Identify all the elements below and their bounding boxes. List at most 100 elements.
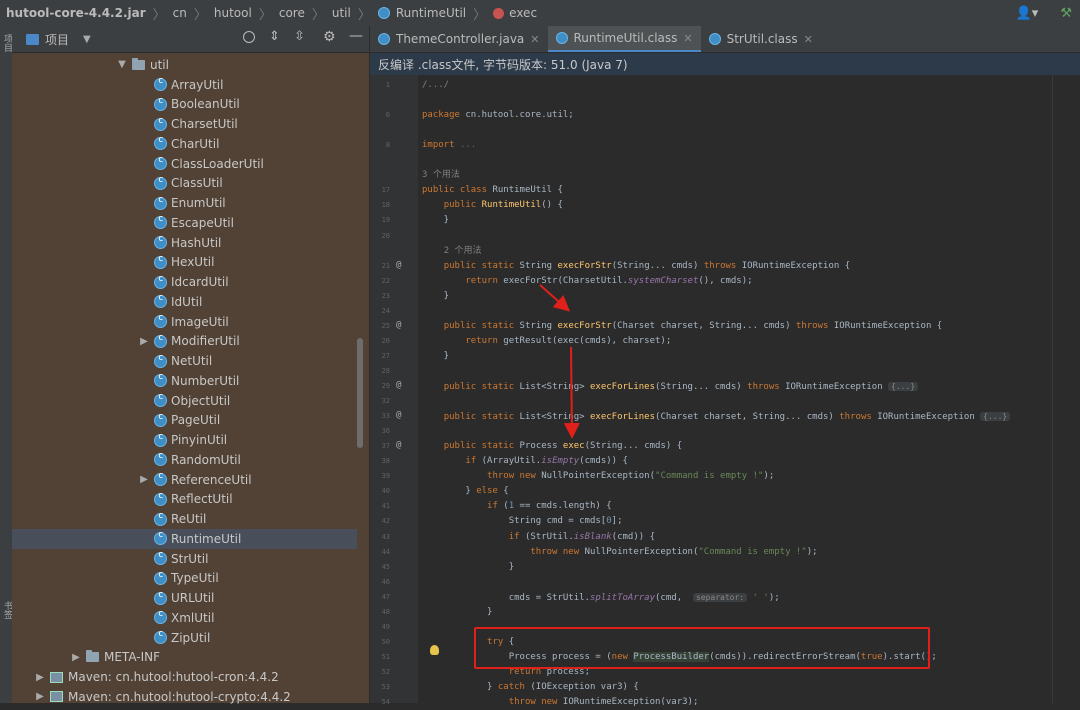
class-icon: [154, 491, 167, 506]
user-icon[interactable]: 👤▾: [1016, 6, 1039, 21]
tab-label: StrUtil.class: [726, 32, 798, 46]
tree-class-item[interactable]: URLUtil: [12, 588, 357, 608]
tree-item-label: XmlUtil: [171, 610, 215, 625]
breadcrumb-separator: 〉: [152, 7, 166, 23]
tree-class-item[interactable]: PageUtil: [12, 411, 357, 431]
tree-item-label: StrUtil: [171, 551, 209, 566]
tree-class-item[interactable]: BooleanUtil: [12, 95, 357, 115]
gear-icon[interactable]: ⚙: [323, 29, 336, 45]
chevron-right-icon[interactable]: ▶: [138, 474, 150, 485]
tree-folder-item[interactable]: ▼ util: [12, 55, 357, 75]
tree-item-label: EscapeUtil: [171, 215, 234, 230]
chevron-down-icon[interactable]: ▼: [83, 34, 91, 45]
chevron-right-icon[interactable]: ▶: [34, 672, 46, 683]
build-hammer-icon[interactable]: ⚒: [1060, 6, 1072, 21]
tree-item-label: IdcardUtil: [171, 275, 229, 290]
project-panel-title[interactable]: 项目: [45, 31, 69, 48]
tree-class-item[interactable]: IdcardUtil: [12, 272, 357, 292]
hide-panel-icon[interactable]: —: [349, 28, 363, 44]
tree-class-item[interactable]: ArrayUtil: [12, 75, 357, 95]
close-icon[interactable]: ✕: [683, 32, 692, 45]
close-icon[interactable]: ✕: [530, 33, 539, 46]
folder-icon: [26, 33, 39, 45]
tree-item-label: RuntimeUtil: [171, 531, 242, 546]
editor-tabs: ThemeController.java ✕ RuntimeUtil.class ✕ S…: [370, 26, 1080, 53]
breadcrumb-item[interactable]: RuntimeUtil: [374, 0, 470, 26]
project-scrollbar[interactable]: [357, 338, 363, 448]
tree-class-item[interactable]: XmlUtil: [12, 608, 357, 628]
tree-class-item[interactable]: ReflectUtil: [12, 490, 357, 510]
tree-class-item[interactable]: ClassUtil: [12, 174, 357, 194]
tree-class-item[interactable]: PinyinUtil: [12, 430, 357, 450]
class-icon: [154, 214, 167, 230]
tree-class-item[interactable]: IdUtil: [12, 292, 357, 312]
class-icon: [154, 96, 167, 111]
editor-tab[interactable]: ThemeController.java ✕: [370, 26, 548, 52]
class-icon: [154, 155, 167, 171]
tree-maven-item[interactable]: ▶ Maven: cn.hutool:hutool-cron:4.4.2: [12, 667, 357, 687]
chevron-right-icon[interactable]: ▶: [34, 691, 46, 702]
chevron-right-icon[interactable]: ▶: [70, 652, 82, 663]
tree-class-item[interactable]: TypeUtil: [12, 569, 357, 589]
tree-item-label: EnumUtil: [171, 196, 226, 211]
tree-folder-item[interactable]: ▶ META-INF: [12, 648, 357, 668]
chevron-down-icon[interactable]: ▼: [116, 59, 128, 70]
breadcrumb-item[interactable]: hutool-core-4.4.2.jar: [0, 0, 150, 26]
tree-class-item[interactable]: HexUtil: [12, 253, 357, 273]
class-icon: [154, 333, 167, 348]
class-icon: [154, 76, 167, 92]
breadcrumb-item[interactable]: core: [275, 0, 309, 26]
library-icon: [50, 671, 63, 683]
tree-item-label: BooleanUtil: [171, 97, 240, 112]
tree-class-item[interactable]: EscapeUtil: [12, 213, 357, 233]
tree-class-item[interactable]: EnumUtil: [12, 193, 357, 213]
tree-class-item[interactable]: ReUtil: [12, 509, 357, 529]
tree-class-item[interactable]: ▶ ReferenceUtil: [12, 470, 357, 490]
class-icon: [154, 116, 167, 131]
class-icon: [154, 511, 167, 526]
editor-tab[interactable]: RuntimeUtil.class ✕: [547, 26, 701, 52]
method-icon: [493, 7, 505, 19]
tree-class-item[interactable]: ZipUtil: [12, 628, 357, 648]
tree-item-label: META-INF: [104, 650, 161, 665]
tree-item-label: ReflectUtil: [171, 492, 233, 507]
tree-maven-item[interactable]: ▶ Maven: cn.hutool:hutool-crypto:4.4.2: [12, 687, 357, 707]
tree-class-item[interactable]: CharUtil: [12, 134, 357, 154]
breadcrumb-separator: 〉: [357, 7, 371, 23]
breadcrumb-item[interactable]: hutool: [210, 0, 256, 26]
tree-class-item[interactable]: RuntimeUtil: [12, 529, 357, 549]
locate-icon[interactable]: [243, 31, 255, 43]
tree-class-item[interactable]: NetUtil: [12, 351, 357, 371]
tree-class-item[interactable]: StrUtil: [12, 549, 357, 569]
tree-item-label: ClassLoaderUtil: [171, 156, 264, 171]
arrow-1: [539, 284, 570, 312]
tree-class-item[interactable]: CharsetUtil: [12, 114, 357, 134]
editor-tab[interactable]: StrUtil.class ✕: [701, 26, 821, 52]
tree-item-label: NumberUtil: [171, 373, 240, 388]
breadcrumb-item[interactable]: exec: [489, 0, 541, 26]
tree-class-item[interactable]: NumberUtil: [12, 371, 357, 391]
class-icon: [154, 609, 167, 625]
expand-all-icon[interactable]: ⇕: [269, 29, 280, 44]
breadcrumb-label: core: [278, 6, 305, 20]
tree-class-item[interactable]: ImageUtil: [12, 312, 357, 332]
tree-class-item[interactable]: ClassLoaderUtil: [12, 154, 357, 174]
class-icon: [154, 135, 167, 151]
folder-icon: [86, 650, 99, 663]
class-icon: [154, 432, 167, 447]
chevron-right-icon[interactable]: ▶: [138, 336, 150, 347]
tree-class-item[interactable]: ObjectUtil: [12, 391, 357, 411]
tree-item-label: CharsetUtil: [171, 117, 238, 132]
tree-class-item[interactable]: RandomUtil: [12, 450, 357, 470]
tree-item-label: RandomUtil: [171, 452, 241, 467]
tree-item-label: CharUtil: [171, 136, 220, 151]
class-icon: [154, 570, 167, 585]
close-icon[interactable]: ✕: [804, 33, 813, 46]
class-icon: [377, 7, 390, 19]
breadcrumb-item[interactable]: cn: [169, 0, 191, 26]
tree-class-item[interactable]: ▶ ModifierUtil: [12, 332, 357, 352]
class-icon: [154, 550, 167, 566]
tree-class-item[interactable]: HashUtil: [12, 233, 357, 253]
breadcrumb-item[interactable]: util: [328, 0, 355, 26]
collapse-all-icon[interactable]: ⇳: [294, 29, 305, 44]
